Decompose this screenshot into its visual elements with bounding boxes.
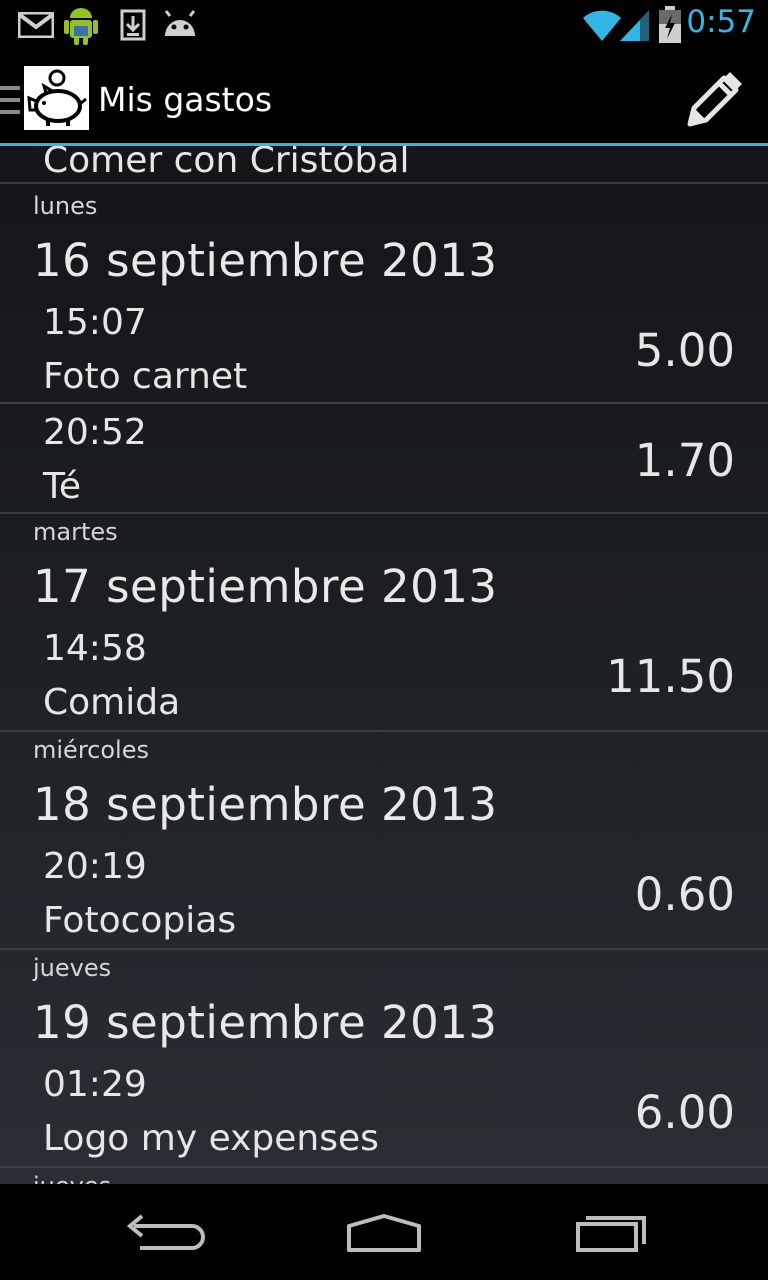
expense-time: 15:07 [43, 302, 147, 343]
signal-icon [620, 10, 649, 41]
list-item[interactable]: martes 17 septiembre 2013 14:58 Comida 1… [0, 514, 768, 732]
weekday-label: jueves [33, 1172, 111, 1184]
expense-amount: 11.50 [606, 650, 735, 703]
date-header: 16 septiembre 2013 [33, 234, 498, 287]
android-debug-icon [164, 10, 196, 36]
list-item[interactable]: jueves 19 septiembre 2013 01:29 Logo my … [0, 950, 768, 1168]
date-header: 19 septiembre 2013 [33, 996, 498, 1049]
date-header: 17 septiembre 2013 [33, 560, 498, 613]
list-item[interactable]: 20:52 Té 1.70 [0, 404, 768, 514]
weekday-label: miércoles [33, 736, 149, 764]
expense-description: Foto carnet [43, 356, 248, 397]
pencil-icon [687, 72, 742, 127]
recent-apps-button[interactable] [554, 1202, 664, 1262]
expense-time: 01:29 [43, 1064, 147, 1105]
home-button[interactable] [329, 1202, 439, 1262]
piggy-bank-icon[interactable] [24, 66, 89, 130]
navigation-bar [0, 1184, 768, 1280]
expense-description: Té [43, 466, 82, 507]
list-item[interactable]: lunes 16 septiembre 2013 15:07 Foto carn… [0, 184, 768, 404]
list-item[interactable]: Comer con Cristóbal [0, 146, 768, 184]
expense-time: 14:58 [43, 628, 147, 669]
edit-button[interactable] [678, 66, 748, 132]
app-title: Mis gastos [98, 80, 273, 119]
expense-description: Fotocopias [43, 900, 237, 941]
expense-amount: 6.00 [634, 1086, 735, 1139]
home-icon [347, 1214, 421, 1252]
expense-amount: 0.60 [634, 868, 735, 921]
android-icon [64, 8, 98, 45]
date-header: 18 septiembre 2013 [33, 778, 498, 831]
weekday-label: lunes [33, 192, 98, 220]
weekday-label: jueves [33, 954, 112, 982]
expense-description: Comer con Cristóbal [43, 146, 410, 181]
expense-amount: 1.70 [634, 434, 735, 487]
expense-time: 20:52 [43, 412, 147, 453]
download-icon [120, 9, 146, 41]
expense-time: 20:19 [43, 846, 147, 887]
list-item[interactable]: miércoles 18 septiembre 2013 20:19 Fotoc… [0, 732, 768, 950]
expense-amount: 5.00 [634, 324, 735, 377]
expense-list[interactable]: Comer con Cristóbal lunes 16 septiembre … [0, 146, 768, 1184]
expense-description: Logo my expenses [43, 1118, 379, 1159]
menu-icon[interactable] [0, 86, 20, 116]
back-icon [126, 1214, 205, 1250]
expense-description: Comida [43, 682, 181, 723]
back-button[interactable] [104, 1202, 214, 1262]
recent-apps-icon [576, 1216, 646, 1252]
list-item[interactable]: jueves [0, 1168, 768, 1184]
battery-charging-icon [659, 6, 681, 43]
gmail-icon [18, 12, 54, 38]
wifi-icon [583, 10, 621, 41]
clock: 0:57 [686, 4, 756, 40]
weekday-label: martes [33, 518, 118, 546]
status-bar: 0:57 [0, 0, 768, 50]
